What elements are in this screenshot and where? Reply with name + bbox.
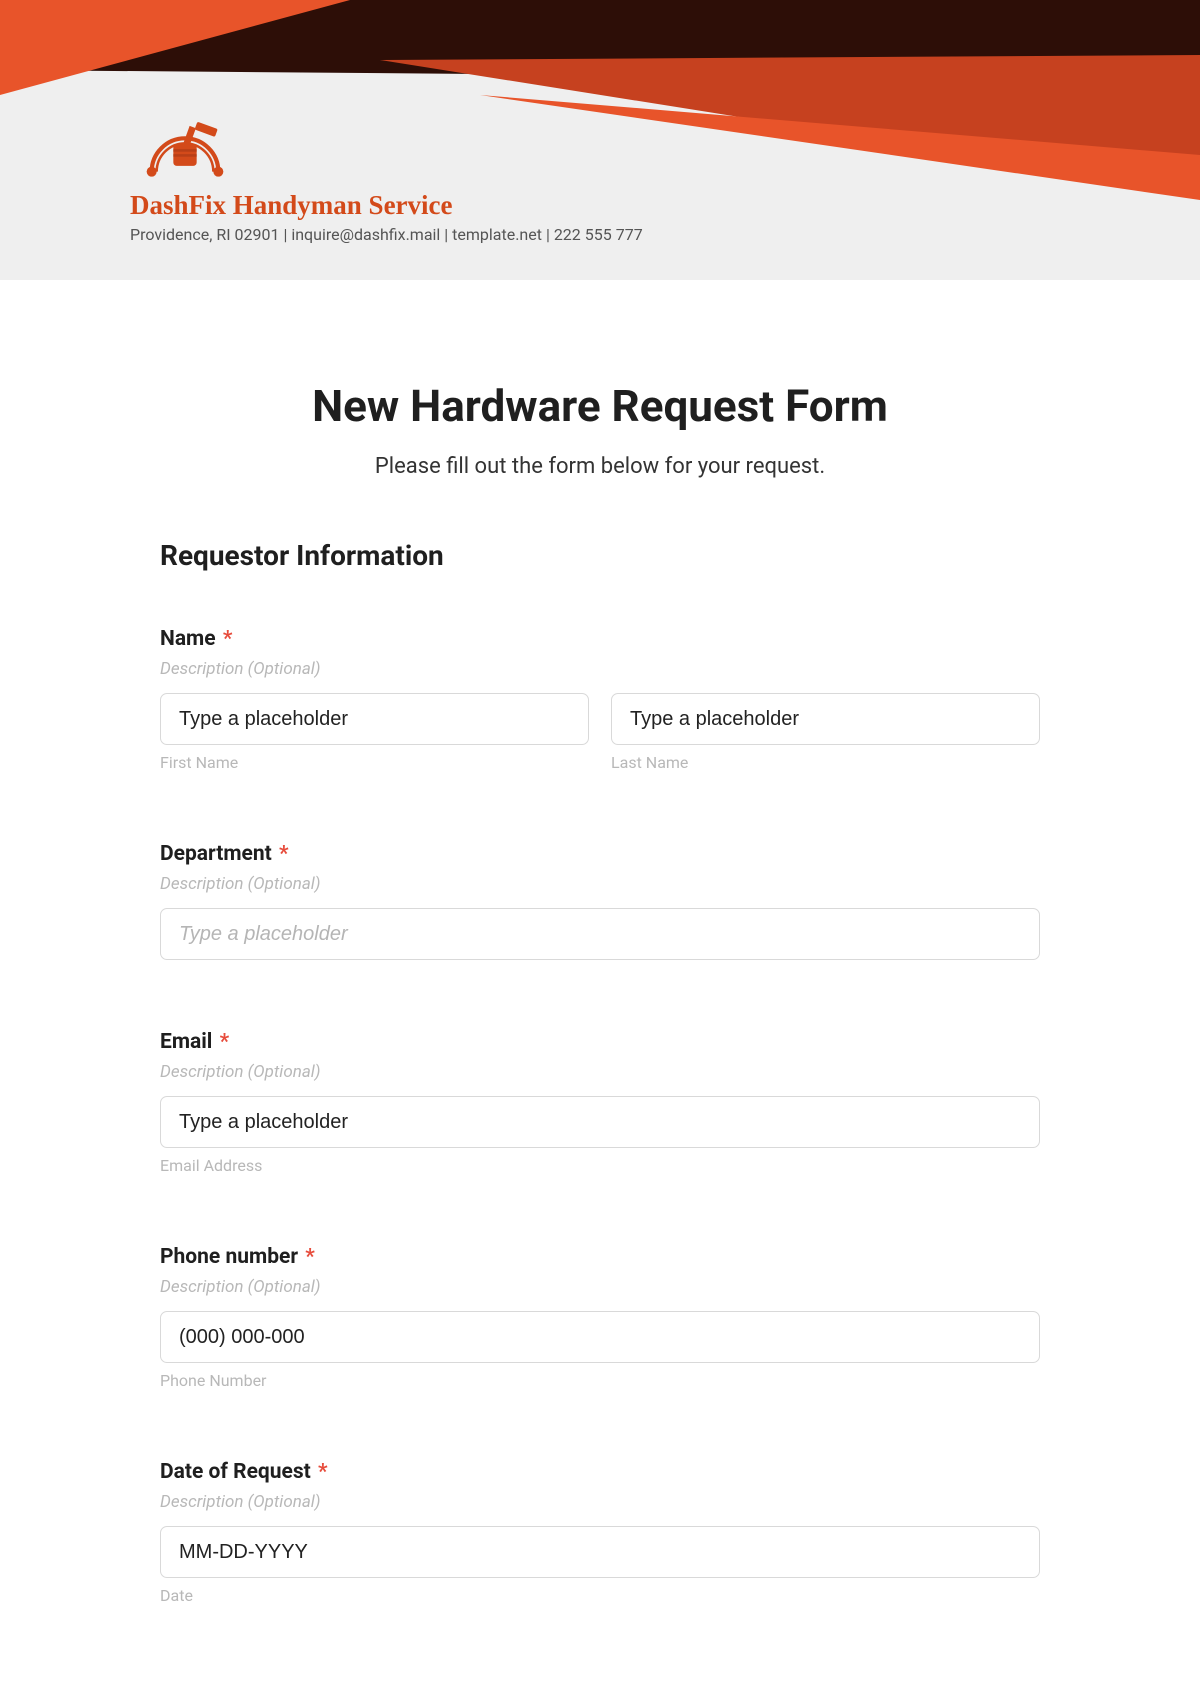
required-asterisk: * <box>218 627 233 651</box>
date-description: Description (Optional) <box>160 1492 1040 1512</box>
name-label: Name * <box>160 627 1040 651</box>
field-name: Name * Description (Optional) First Name… <box>160 627 1040 772</box>
last-name-input[interactable] <box>611 693 1040 745</box>
name-description: Description (Optional) <box>160 659 1040 679</box>
required-asterisk: * <box>274 842 289 866</box>
email-label: Email * <box>160 1030 1040 1054</box>
page-title: New Hardware Request Form <box>160 380 1040 432</box>
email-label-text: Email <box>160 1030 212 1054</box>
form-container: New Hardware Request Form Please fill ou… <box>120 280 1080 1645</box>
field-date: Date of Request * Description (Optional)… <box>160 1460 1040 1605</box>
brand-subline: Providence, RI 02901 | inquire@dashfix.m… <box>130 225 643 244</box>
phone-label-text: Phone number <box>160 1245 298 1269</box>
date-sublabel: Date <box>160 1586 1040 1605</box>
first-name-sublabel: First Name <box>160 753 589 772</box>
department-description: Description (Optional) <box>160 874 1040 894</box>
required-asterisk: * <box>300 1245 315 1269</box>
name-label-text: Name <box>160 627 216 651</box>
department-label: Department * <box>160 842 1040 866</box>
hammer-fist-icon <box>130 105 240 180</box>
field-department: Department * Description (Optional) <box>160 842 1040 960</box>
field-phone: Phone number * Description (Optional) Ph… <box>160 1245 1040 1390</box>
phone-description: Description (Optional) <box>160 1277 1040 1297</box>
section-requestor-info: Requestor Information <box>160 539 1040 572</box>
last-name-sublabel: Last Name <box>611 753 1040 772</box>
email-sublabel: Email Address <box>160 1156 1040 1175</box>
phone-input[interactable] <box>160 1311 1040 1363</box>
required-asterisk: * <box>214 1030 229 1054</box>
phone-label: Phone number * <box>160 1245 1040 1269</box>
page-subtitle: Please fill out the form below for your … <box>160 454 1040 479</box>
date-input[interactable] <box>160 1526 1040 1578</box>
field-email: Email * Description (Optional) Email Add… <box>160 1030 1040 1175</box>
required-asterisk: * <box>313 1460 328 1484</box>
department-label-text: Department <box>160 842 272 866</box>
first-name-input[interactable] <box>160 693 589 745</box>
header-banner: DashFix Handyman Service Providence, RI … <box>0 0 1200 280</box>
email-description: Description (Optional) <box>160 1062 1040 1082</box>
brand-logo <box>130 105 240 180</box>
brand-name: DashFix Handyman Service <box>130 190 643 221</box>
brand-block: DashFix Handyman Service Providence, RI … <box>130 105 643 244</box>
date-label: Date of Request * <box>160 1460 1040 1484</box>
date-label-text: Date of Request <box>160 1460 311 1484</box>
department-input[interactable] <box>160 908 1040 960</box>
phone-sublabel: Phone Number <box>160 1371 1040 1390</box>
email-input[interactable] <box>160 1096 1040 1148</box>
